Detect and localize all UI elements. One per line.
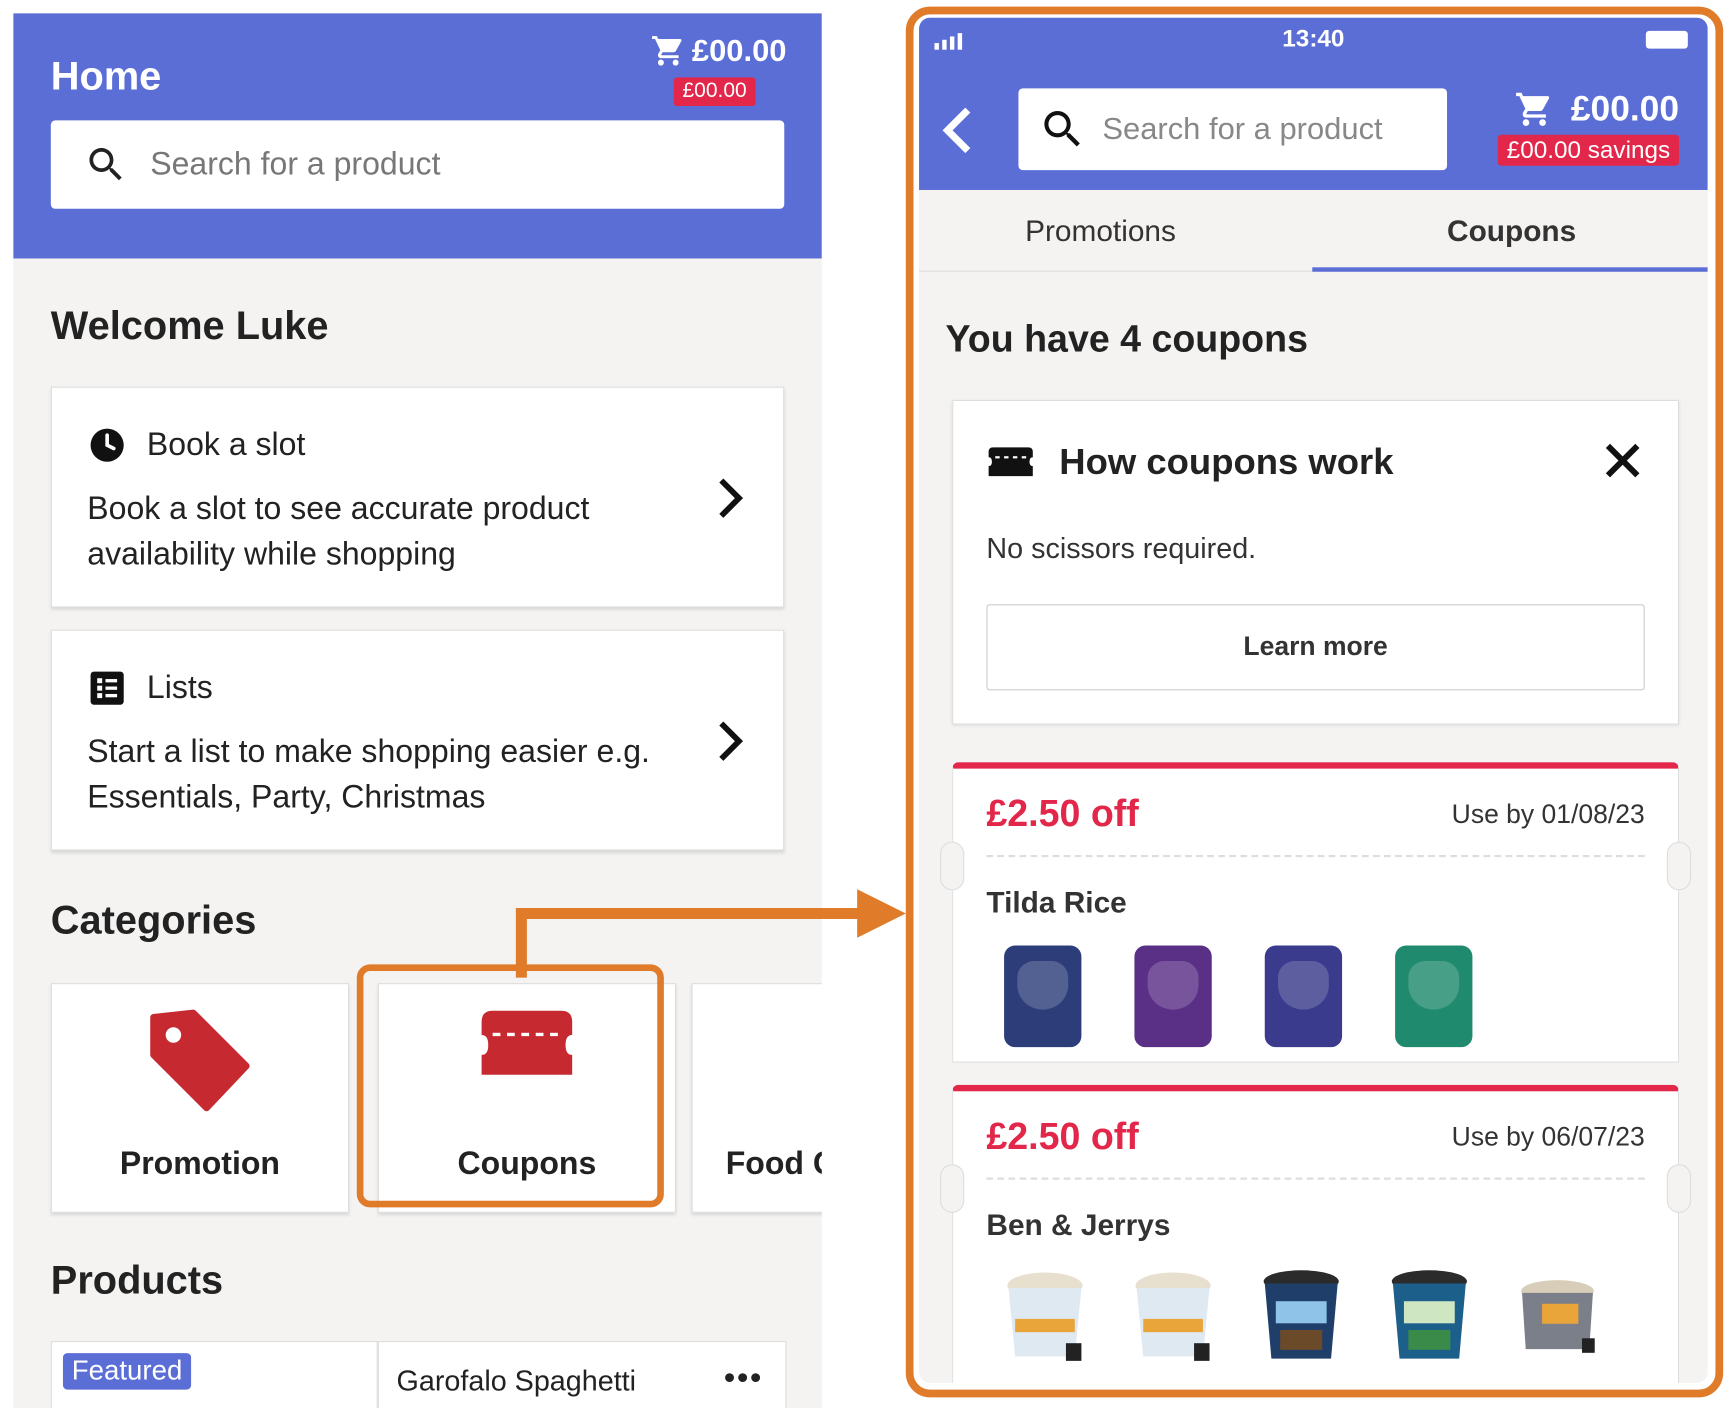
cart-icon [652,36,682,66]
how-coupons-work-card: How coupons work No scissors required. L… [952,399,1679,725]
product-card[interactable]: Garofalo Spaghetti ••• [377,1340,787,1408]
card-description: Book a slot to see accurate product avai… [87,491,590,573]
coupon-use-by: Use by 01/08/23 [1451,799,1645,830]
tab-promotions[interactable]: Promotions [1025,214,1176,248]
coupon-brand: Tilda Rice [986,885,1127,920]
close-icon[interactable] [1601,439,1645,483]
coupon-notch [1666,841,1692,891]
arrow-connector [515,889,906,978]
tag-icon [150,1009,250,1112]
lists-card[interactable]: Lists Start a list to make shopping easi… [50,629,785,851]
product-name: Garofalo Spaghetti [396,1364,637,1398]
book-slot-card[interactable]: Book a slot Book a slot to see accurate … [50,386,785,608]
category-promotion[interactable]: Promotion [50,983,350,1213]
coupon-card[interactable]: £2.50 off Use by 06/07/23 Ben & Jerrys [940,1084,1692,1383]
cart-badge: £00.00 [673,77,756,107]
more-options-icon[interactable]: ••• [724,1360,763,1395]
cart-icon [1516,92,1550,126]
rice-pack-image [1264,945,1343,1048]
coupons-highlight [356,964,664,1208]
status-time: 13:40 [1282,24,1345,52]
coupons-header: 13:40 Search for a product £00.00 £00.00… [919,17,1708,190]
battery-icon [1645,30,1688,49]
list-icon [90,671,124,705]
coupon-discount: £2.50 off [986,1115,1139,1158]
card-title: Lists [146,669,213,706]
cart-button[interactable]: £00.00 [1513,88,1679,129]
coupon-brand: Ben & Jerrys [986,1208,1171,1242]
info-card-title: How coupons work [1059,440,1394,482]
ice-cream-tub-image [1135,1272,1211,1361]
category-food-cupboard[interactable]: Food C [691,983,822,1213]
info-card-description: No scissors required. [986,531,1257,565]
rice-pack-image [1004,945,1082,1048]
coupon-discount: £2.50 off [986,793,1139,836]
search-icon [1044,111,1080,147]
search-placeholder: Search for a product [150,146,441,182]
ice-cream-tub-image [1391,1270,1467,1359]
coupon-notch [940,841,965,891]
coupon-card[interactable]: £2.50 off Use by 01/08/23 Tilda Rice [940,762,1692,1063]
chevron-right-icon [719,478,744,518]
coupon-products [1004,1268,1598,1363]
coupon-count-heading: You have 4 coupons [945,318,1308,361]
categories-heading: Categories [50,896,257,943]
ice-cream-tub-image [1521,1280,1595,1353]
ice-cream-tub-image [1007,1272,1083,1361]
rice-pack-image [1134,945,1212,1048]
ice-cream-tub-image [1263,1270,1339,1359]
cart-total: £00.00 [1570,88,1679,129]
tab-coupons[interactable]: Coupons [1447,214,1576,248]
tab-bar: Promotions Coupons [919,189,1708,272]
search-placeholder: Search for a product [1102,111,1383,146]
products-heading: Products [50,1257,224,1303]
coupon-notch [1666,1164,1692,1213]
search-input[interactable]: Search for a product [50,120,785,209]
cart-total: £00.00 [691,33,787,68]
product-card[interactable]: Featured [50,1340,378,1408]
savings-badge: £00.00 savings [1497,134,1679,166]
learn-more-button[interactable]: Learn more [986,604,1645,691]
coupon-notch [940,1164,965,1213]
cart-button[interactable]: £00.00 [650,33,787,68]
card-title: Book a slot [146,426,306,463]
card-description: Start a list to make shopping easier e.g… [87,734,650,816]
search-input[interactable]: Search for a product [1018,88,1448,171]
coupon-divider [986,854,1645,858]
ticket-icon [988,447,1033,477]
coupon-use-by: Use by 06/07/23 [1451,1122,1645,1153]
coupon-products [1004,945,1473,1048]
rice-pack-image [1395,945,1473,1048]
clock-icon [90,428,124,462]
welcome-heading: Welcome Luke [50,302,329,348]
chevron-right-icon [719,721,744,761]
page-title: Home [50,53,162,99]
category-label: Promotion [119,1146,281,1182]
back-arrow-icon[interactable] [941,106,974,155]
active-tab-indicator [1312,267,1708,272]
search-icon [89,148,122,181]
category-label: Food C [725,1146,822,1182]
featured-badge: Featured [62,1353,192,1390]
coupons-screen: 13:40 Search for a product £00.00 £00.00… [919,17,1708,1383]
home-header: Home £00.00 £00.00 Search for a product [13,13,822,259]
coupon-divider [986,1177,1645,1180]
